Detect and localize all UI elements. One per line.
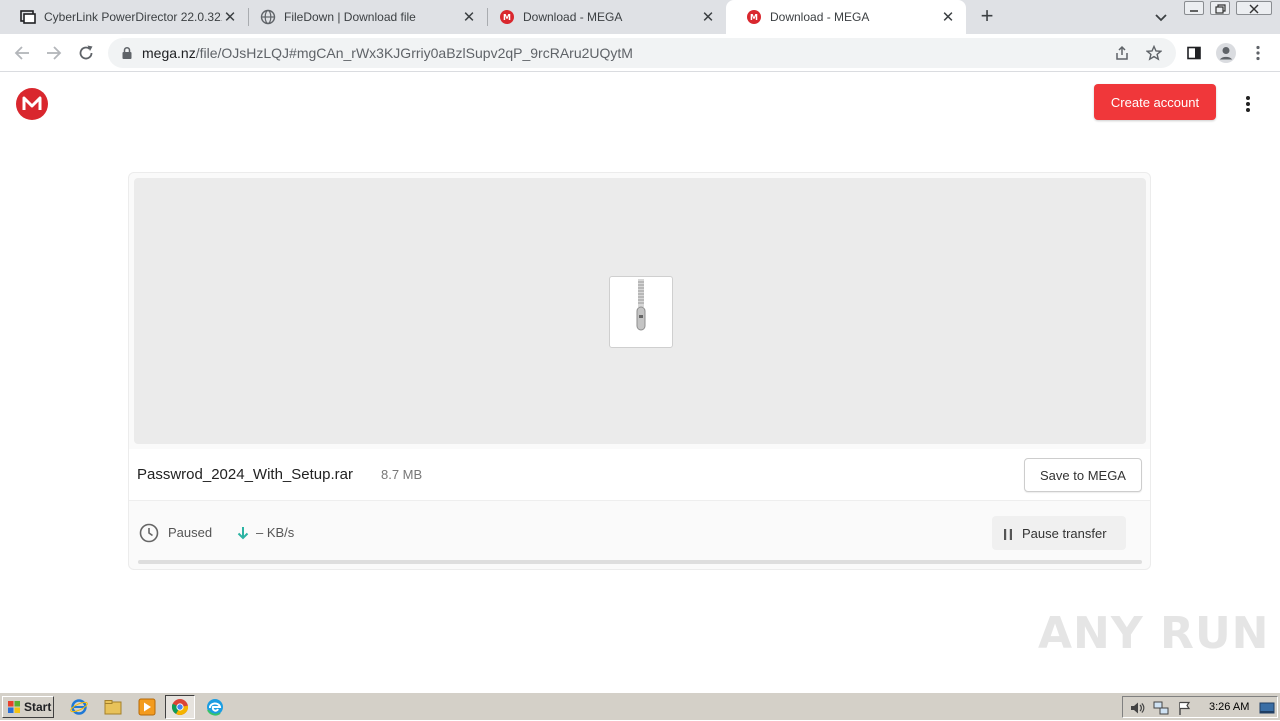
tab-mega-active[interactable]: M Download - MEGA ✕ — [726, 0, 966, 34]
archive-file-icon — [609, 276, 673, 348]
file-preview-area — [134, 178, 1146, 444]
back-arrow-icon[interactable] — [12, 43, 32, 63]
save-to-mega-button[interactable]: Save to MEGA — [1024, 458, 1142, 492]
more-options-icon[interactable] — [1238, 94, 1258, 114]
media-player-icon[interactable] — [138, 698, 156, 716]
forward-arrow-icon[interactable] — [44, 43, 64, 63]
start-button[interactable]: Start — [2, 696, 54, 718]
pause-icon — [1003, 528, 1013, 540]
url-text: mega.nz/file/OJsHzLQJ#mgCAn_rWx3KJGrriy0… — [142, 45, 633, 61]
network-icon[interactable] — [1153, 700, 1169, 716]
mega-icon: M — [746, 9, 762, 25]
edge-icon[interactable] — [206, 698, 224, 716]
tab-title: CyberLink PowerDirector 22.0.3215 — [44, 10, 222, 24]
chevron-down-icon[interactable] — [1152, 8, 1170, 26]
close-icon[interactable]: ✕ — [940, 9, 956, 26]
file-download-card: Passwrod_2024_With_Setup.rar 8.7 MB Save… — [128, 172, 1151, 570]
action-center-flag-icon[interactable] — [1177, 700, 1193, 716]
download-arrow-icon — [236, 525, 250, 541]
file-info-row: Passwrod_2024_With_Setup.rar 8.7 MB Save… — [129, 449, 1150, 501]
close-icon[interactable]: ✕ — [222, 9, 238, 26]
tab-title: FileDown | Download file — [284, 10, 416, 24]
tab-title: Download - MEGA — [770, 10, 870, 24]
volume-icon[interactable] — [1129, 700, 1145, 716]
browser-menu-icon[interactable] — [1248, 43, 1268, 63]
close-icon[interactable]: ✕ — [700, 9, 716, 26]
side-panel-icon[interactable] — [1184, 43, 1204, 63]
browser-toolbar: mega.nz/file/OJsHzLQJ#mgCAn_rWx3KJGrriy0… — [0, 34, 1280, 72]
file-size: 8.7 MB — [381, 467, 423, 482]
address-bar[interactable]: mega.nz/file/OJsHzLQJ#mgCAn_rWx3KJGrriy0… — [108, 38, 1176, 68]
mega-icon: M — [499, 9, 515, 25]
lock-icon[interactable] — [120, 46, 134, 60]
mega-logo[interactable] — [16, 88, 48, 120]
tab-title: Download - MEGA — [523, 10, 623, 24]
transfer-status-row: Paused – KB/s Pause transfer — [129, 503, 1150, 561]
tab-filedown[interactable]: FileDown | Download file ✕ — [240, 0, 487, 34]
mega-download-page: Create account Passwrod_2024_With_Setup.… — [0, 72, 1280, 692]
system-tray: 3:26 AM — [1122, 696, 1278, 718]
pause-transfer-label: Pause transfer — [1022, 525, 1107, 541]
close-window-button[interactable] — [1236, 1, 1272, 15]
app-icon — [20, 9, 36, 25]
clock-icon — [139, 523, 159, 543]
restore-button[interactable] — [1210, 1, 1230, 15]
minimize-button[interactable] — [1184, 1, 1204, 15]
taskbar-clock: 3:26 AM — [1209, 701, 1250, 713]
file-name: Passwrod_2024_With_Setup.rar — [137, 466, 353, 483]
reload-icon[interactable] — [76, 43, 96, 63]
share-icon[interactable] — [1114, 45, 1130, 61]
internet-explorer-icon[interactable] — [70, 698, 88, 716]
pause-transfer-button[interactable]: Pause transfer — [992, 516, 1126, 550]
file-explorer-icon[interactable] — [104, 698, 122, 716]
show-desktop-icon[interactable] — [1259, 700, 1275, 716]
tab-cyberlink[interactable]: CyberLink PowerDirector 22.0.3215 ✕ — [0, 0, 248, 34]
new-tab-button[interactable]: + — [977, 5, 997, 28]
tab-mega-1[interactable]: M Download - MEGA ✕ — [479, 0, 726, 34]
create-account-button[interactable]: Create account — [1094, 84, 1216, 120]
close-icon[interactable]: ✕ — [461, 9, 477, 26]
windows-logo-icon — [8, 701, 20, 713]
anyrun-watermark: ANY RUN — [1038, 608, 1270, 659]
start-label: Start — [24, 700, 52, 714]
bookmark-star-icon[interactable] — [1145, 44, 1163, 61]
transfer-speed: – KB/s — [256, 525, 295, 540]
chrome-icon[interactable] — [171, 698, 189, 716]
transfer-status: Paused — [168, 525, 213, 540]
browser-tab-strip: CyberLink PowerDirector 22.0.3215 ✕ File… — [0, 0, 1280, 34]
globe-icon — [260, 9, 276, 25]
profile-avatar-icon[interactable] — [1214, 43, 1238, 63]
download-progress-bar — [138, 560, 1142, 564]
windows-taskbar: Start 3:26 AM — [0, 692, 1280, 720]
